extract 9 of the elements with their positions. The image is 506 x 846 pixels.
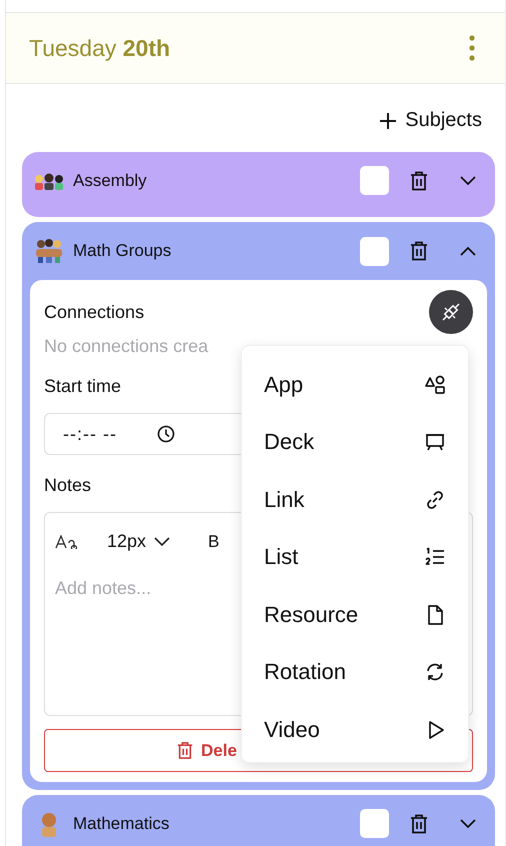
notes-label: Notes [44,475,92,496]
start-time-label: Start time [44,376,122,397]
subject-name: Mathematics [73,814,170,834]
subject-name: Assembly [73,170,148,190]
empty-connections-text: No connections crea [44,336,208,357]
notes-placeholder: Add notes... [55,578,152,599]
connections-label: Connections [44,302,144,323]
day-title: Tuesday 20th [29,34,170,62]
subject-name: Math Groups [73,241,172,261]
